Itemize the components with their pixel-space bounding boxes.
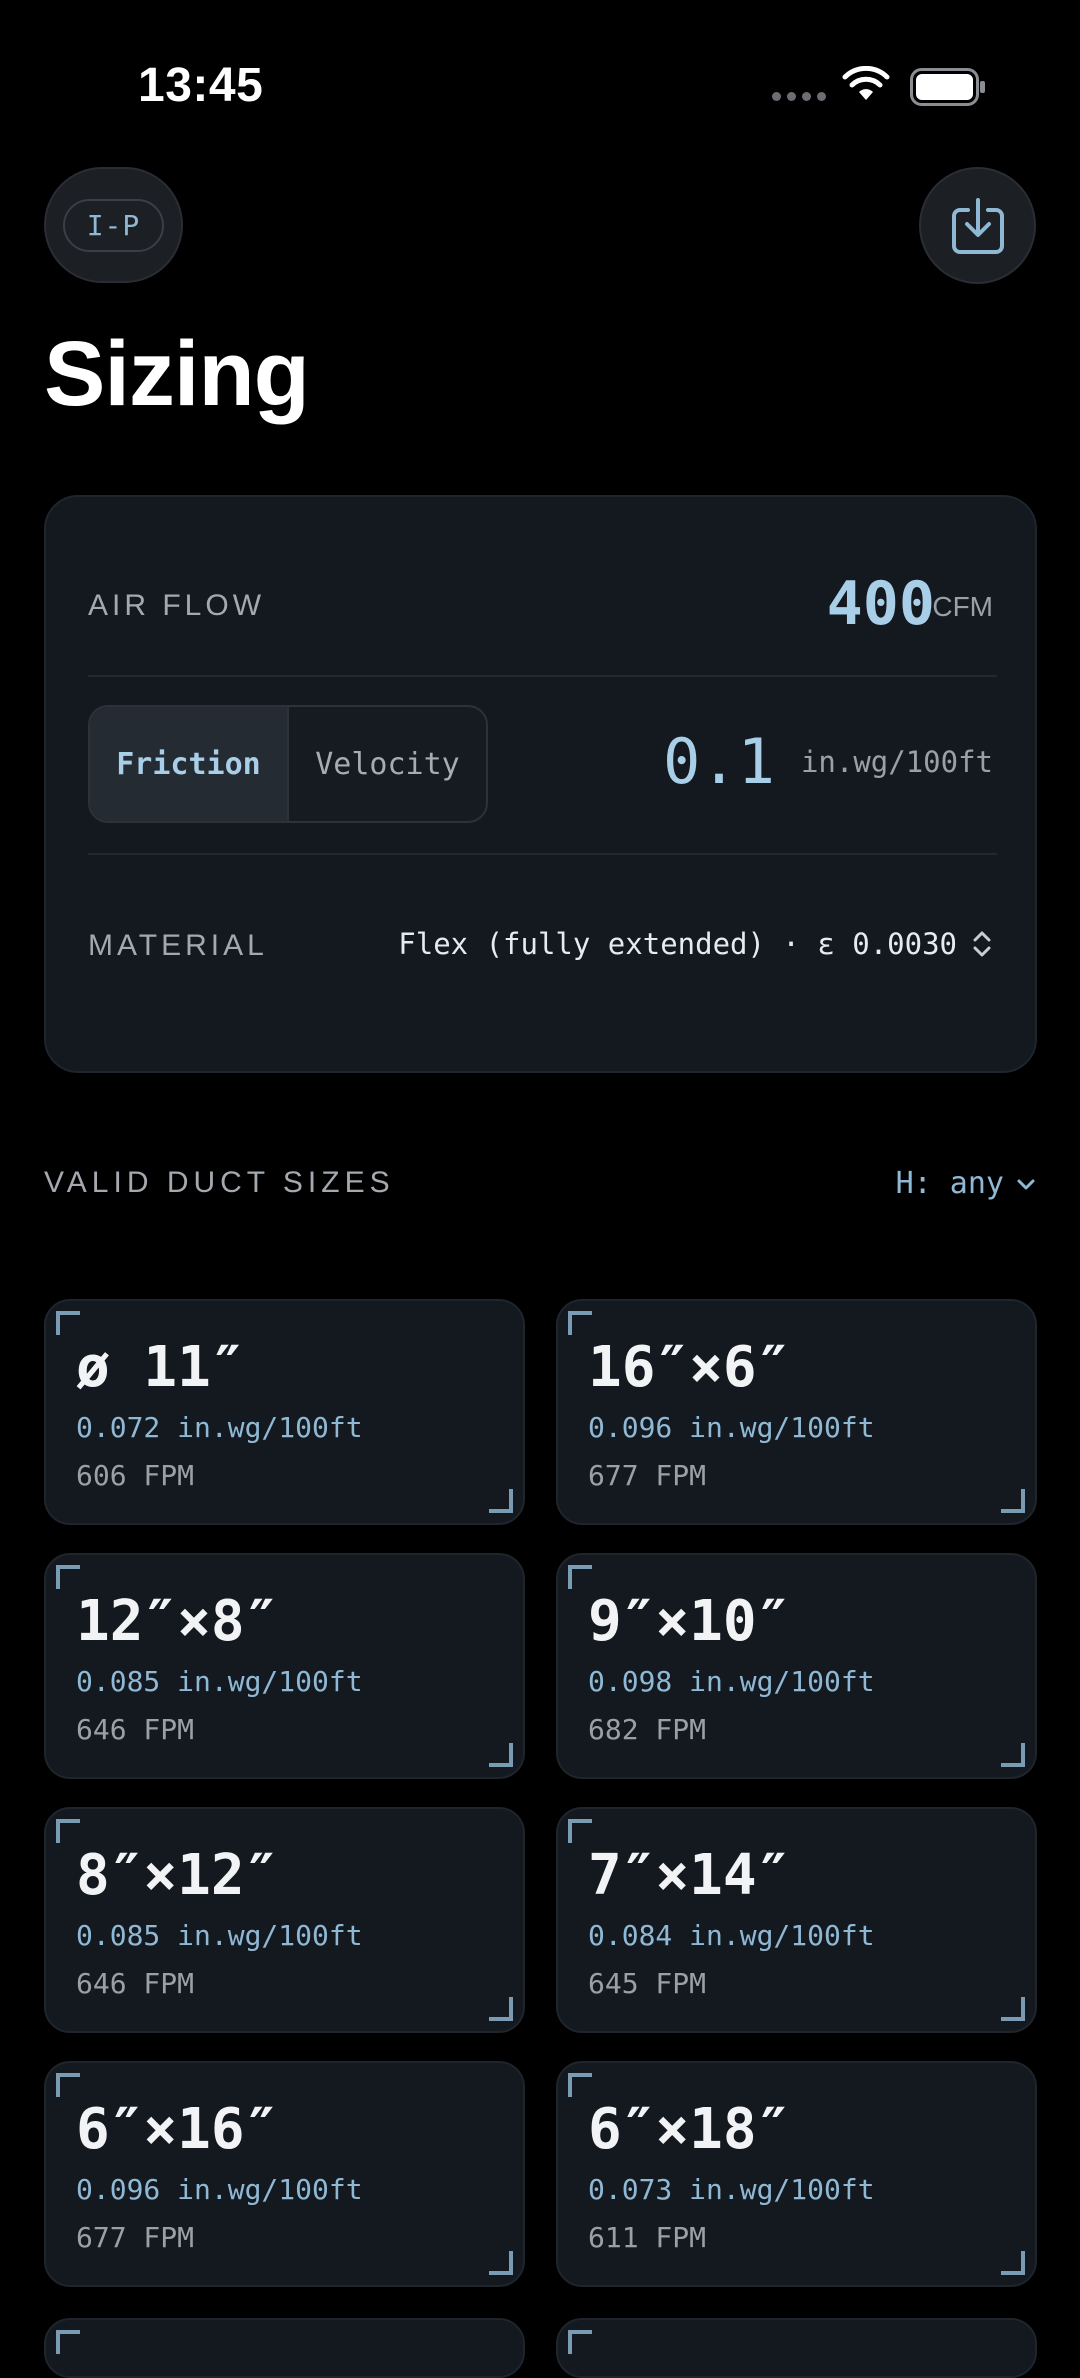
duct-card[interactable]: 7″×14″ 0.084 in.wg/100ft 645 FPM <box>556 1807 1037 2033</box>
tab-friction[interactable]: Friction <box>90 707 289 821</box>
duct-size: 9″×10″ <box>588 1589 791 1654</box>
corner-mark <box>568 1565 592 1589</box>
corner-mark <box>56 1819 80 1843</box>
divider <box>88 675 997 677</box>
duct-friction: 0.073 in.wg/100ft <box>588 2173 875 2206</box>
unit-system-label: I-P <box>62 198 165 252</box>
corner-mark <box>56 1311 80 1335</box>
wifi-icon <box>842 66 890 100</box>
duct-velocity: 677 FPM <box>588 1459 707 1492</box>
duct-size: 12″×8″ <box>76 1589 279 1654</box>
duct-velocity: 677 FPM <box>76 2221 195 2254</box>
page-title: Sizing <box>44 323 310 425</box>
duct-card[interactable] <box>556 2318 1037 2378</box>
corner-mark <box>489 1997 513 2021</box>
height-filter[interactable]: H: any <box>896 1166 1036 1201</box>
status-bar: 13:45 <box>0 0 1080 150</box>
duct-card[interactable]: 16″×6″ 0.096 in.wg/100ft 677 FPM <box>556 1299 1037 1525</box>
unit-system-toggle[interactable]: I-P <box>44 167 183 283</box>
corner-mark <box>489 1743 513 1767</box>
corner-mark <box>568 2073 592 2097</box>
duct-velocity: 645 FPM <box>588 1967 707 2000</box>
download-tray-icon <box>951 197 1004 254</box>
duct-size: 8″×12″ <box>76 1843 279 1908</box>
airflow-unit: CFM <box>932 591 993 622</box>
battery-icon <box>910 68 985 106</box>
friction-unit: in.wg/100ft <box>800 745 993 779</box>
cellular-signal-icon <box>772 92 826 101</box>
duct-velocity: 646 FPM <box>76 1713 195 1746</box>
duct-card[interactable] <box>44 2318 525 2378</box>
mode-segmented-control: Friction Velocity <box>88 705 488 823</box>
airflow-label: AIR FLOW <box>88 589 266 622</box>
duct-size: ø 11″ <box>76 1335 245 1400</box>
corner-mark <box>1001 1743 1025 1767</box>
corner-mark <box>568 1311 592 1335</box>
corner-mark <box>489 1489 513 1513</box>
duct-card[interactable]: 12″×8″ 0.085 in.wg/100ft 646 FPM <box>44 1553 525 1779</box>
duct-friction: 0.098 in.wg/100ft <box>588 1665 875 1698</box>
duct-card[interactable]: 6″×18″ 0.073 in.wg/100ft 611 FPM <box>556 2061 1037 2287</box>
duct-velocity: 682 FPM <box>588 1713 707 1746</box>
duct-velocity: 611 FPM <box>588 2221 707 2254</box>
chevron-up-down-icon[interactable] <box>971 927 993 961</box>
duct-size: 6″×16″ <box>76 2097 279 2162</box>
height-filter-label: H: any <box>895 1166 1004 1201</box>
corner-mark <box>489 2251 513 2275</box>
corner-mark <box>568 2330 592 2354</box>
duct-size: 16″×6″ <box>588 1335 791 1400</box>
duct-card[interactable]: 8″×12″ 0.085 in.wg/100ft 646 FPM <box>44 1807 525 2033</box>
corner-mark <box>568 1819 592 1843</box>
corner-mark <box>1001 1489 1025 1513</box>
duct-friction: 0.096 in.wg/100ft <box>588 1411 875 1444</box>
section-title: VALID DUCT SIZES <box>44 1166 395 1199</box>
duct-friction: 0.085 in.wg/100ft <box>76 1665 363 1698</box>
chevron-down-icon <box>1017 1179 1035 1189</box>
airflow-input[interactable]: 400 <box>827 569 935 639</box>
duct-size: 6″×18″ <box>588 2097 791 2162</box>
duct-size: 7″×14″ <box>588 1843 791 1908</box>
corner-mark <box>1001 1997 1025 2021</box>
corner-mark <box>1001 2251 1025 2275</box>
duct-friction: 0.085 in.wg/100ft <box>76 1919 363 1952</box>
duct-card[interactable]: ø 11″ 0.072 in.wg/100ft 606 FPM <box>44 1299 525 1525</box>
duct-friction: 0.096 in.wg/100ft <box>76 2173 363 2206</box>
material-select[interactable]: Flex (fully extended) · ε 0.0030 <box>398 927 957 961</box>
input-card: AIR FLOW 400 CFM Friction Velocity 0.1 i… <box>44 495 1037 1073</box>
export-button[interactable] <box>919 167 1036 284</box>
duct-friction: 0.084 in.wg/100ft <box>588 1919 875 1952</box>
material-label: MATERIAL <box>88 929 268 962</box>
duct-friction: 0.072 in.wg/100ft <box>76 1411 363 1444</box>
divider <box>88 853 997 855</box>
duct-velocity: 646 FPM <box>76 1967 195 2000</box>
friction-input[interactable]: 0.1 <box>663 725 775 798</box>
corner-mark <box>56 1565 80 1589</box>
tab-velocity[interactable]: Velocity <box>289 707 486 821</box>
duct-card[interactable]: 9″×10″ 0.098 in.wg/100ft 682 FPM <box>556 1553 1037 1779</box>
status-time: 13:45 <box>138 59 264 112</box>
corner-mark <box>56 2330 80 2354</box>
duct-card[interactable]: 6″×16″ 0.096 in.wg/100ft 677 FPM <box>44 2061 525 2287</box>
duct-velocity: 606 FPM <box>76 1459 195 1492</box>
corner-mark <box>56 2073 80 2097</box>
duct-grid: ø 11″ 0.072 in.wg/100ft 606 FPM 16″×6″ 0… <box>44 1299 1037 2287</box>
